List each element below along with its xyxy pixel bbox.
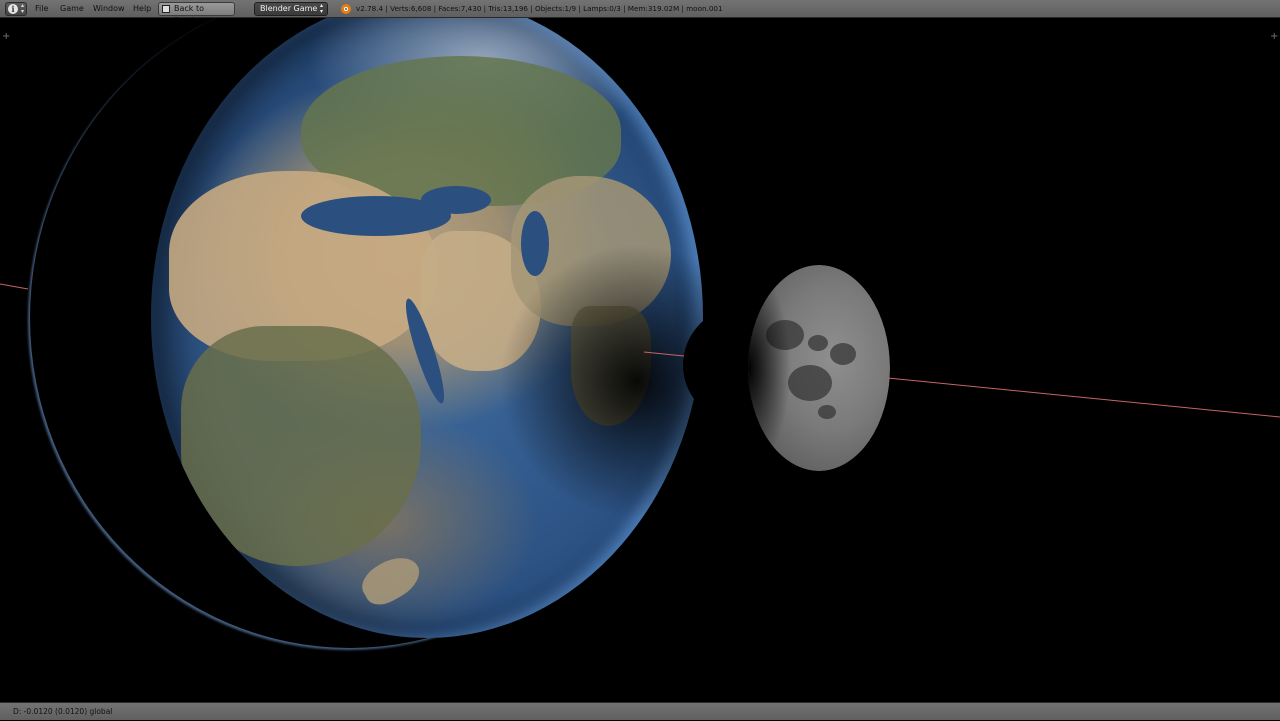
orbit-line xyxy=(0,283,29,290)
editor-type-selector[interactable]: i ▴ ▾ xyxy=(5,2,27,16)
back-to-previous-button[interactable]: Back to Previous xyxy=(158,2,235,25)
menu-file[interactable]: File xyxy=(32,0,51,18)
menu-window[interactable]: Window xyxy=(90,0,128,18)
orbit-line xyxy=(643,351,685,357)
info-icon: i xyxy=(8,4,18,14)
status-bar: D: -0.0120 (0.0120) global xyxy=(0,702,1280,720)
scene-statistics: v2.78.4 | Verts:6,608 | Faces:7,430 | Tr… xyxy=(356,4,723,13)
menu-game[interactable]: Game xyxy=(57,0,87,18)
render-engine-value: Blender Game xyxy=(260,4,318,13)
updown-arrows-icon: ▴ ▾ xyxy=(319,2,323,15)
3d-viewport[interactable]: + + xyxy=(0,18,1280,702)
render-engine-select[interactable]: Blender Game ▴ ▾ xyxy=(254,2,328,16)
menu-help[interactable]: Help xyxy=(130,0,154,18)
blender-logo-icon xyxy=(341,4,351,14)
orbit-lines xyxy=(0,283,1280,418)
transform-status: D: -0.0120 (0.0120) global xyxy=(13,707,113,716)
info-header: i ▴▾ File Game Window Help Back to Previ… xyxy=(0,0,1280,25)
orbit-line xyxy=(887,377,1280,418)
updown-arrows-icon: ▴ ▾ xyxy=(20,2,24,15)
screen-icon xyxy=(162,5,170,13)
